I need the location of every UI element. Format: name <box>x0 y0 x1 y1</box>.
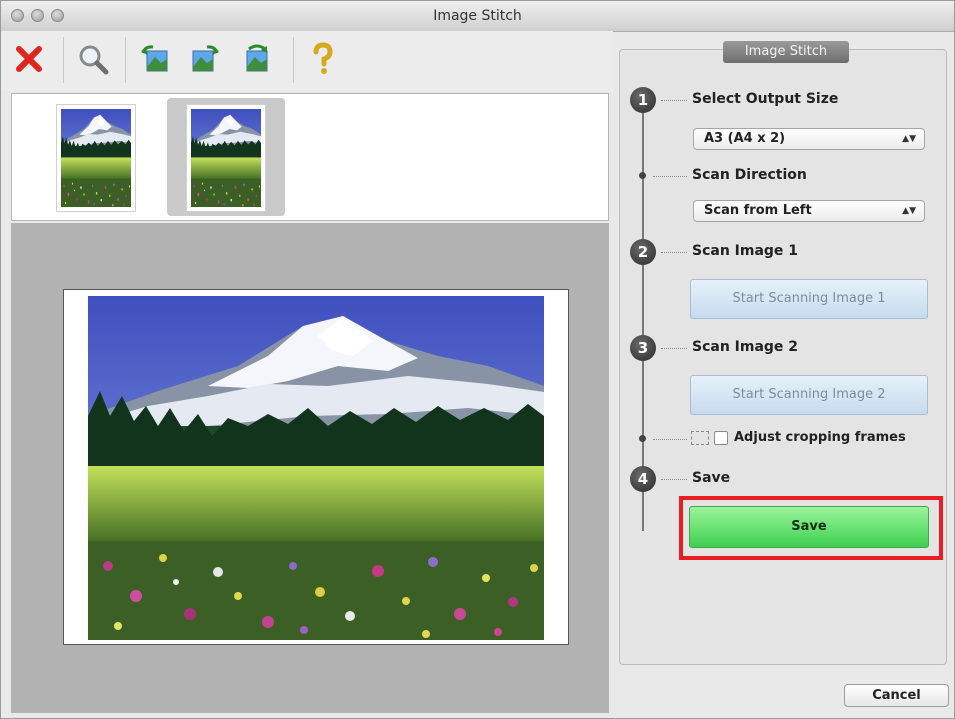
leader-line <box>661 348 687 349</box>
output-size-select[interactable]: A3 (A4 x 2) ▲▼ <box>693 128 925 150</box>
adjust-cropping-label: Adjust cropping frames <box>734 430 906 445</box>
window-title: Image Stitch <box>433 8 522 24</box>
preview-area <box>11 223 609 713</box>
zoom-button[interactable] <box>73 39 113 79</box>
panel-title: Image Stitch <box>723 41 849 63</box>
help-button[interactable] <box>303 39 343 79</box>
image-stitch-window: Image Stitch Image Stitch 1 Select Outpu… <box>0 0 955 719</box>
rotate-left-image-icon <box>141 45 168 72</box>
preview-image <box>88 296 544 640</box>
rotate-right-image-icon <box>192 45 219 72</box>
step-3-badge: 3 <box>630 335 656 361</box>
toolbar-separator <box>63 37 64 83</box>
leader-line <box>653 176 687 177</box>
leader-line <box>653 439 687 440</box>
landscape-thumbnail <box>191 109 261 207</box>
leader-line <box>661 252 687 253</box>
toolbar <box>1 31 613 91</box>
substep-dot <box>639 172 646 179</box>
rotate-180-image-icon <box>246 44 268 72</box>
step-1-label: Select Output Size <box>692 91 839 107</box>
output-size-value: A3 (A4 x 2) <box>704 131 786 146</box>
thumbnail-strip <box>11 93 609 221</box>
save-button[interactable]: Save <box>689 506 929 548</box>
question-mark-icon <box>313 42 333 74</box>
preview-image-frame <box>63 289 569 645</box>
select-arrows-icon: ▲▼ <box>902 206 916 216</box>
step-2-badge: 2 <box>630 239 656 265</box>
rotate-left-button[interactable] <box>135 39 175 79</box>
landscape-thumbnail <box>61 109 131 207</box>
leader-line <box>661 479 687 480</box>
magnifier-icon <box>79 45 109 75</box>
rotate-right-button[interactable] <box>185 39 225 79</box>
start-scanning-image-2-button[interactable]: Start Scanning Image 2 <box>690 375 928 415</box>
thumbnail-image-2[interactable] <box>186 104 266 212</box>
substep-dot <box>639 435 646 442</box>
title-bar: Image Stitch <box>1 1 954 32</box>
scan-direction-label: Scan Direction <box>692 167 807 183</box>
leader-line <box>661 100 687 101</box>
rotate-180-button[interactable] <box>237 39 277 79</box>
step-4-badge: 4 <box>630 466 656 492</box>
red-x-icon <box>16 46 42 72</box>
step-4-label: Save <box>692 470 731 486</box>
delete-button[interactable] <box>9 39 49 79</box>
toolbar-separator <box>293 37 294 83</box>
cancel-button[interactable]: Cancel <box>844 684 949 707</box>
cropping-frame-icon <box>691 431 709 445</box>
scan-direction-value: Scan from Left <box>704 203 812 218</box>
scan-direction-select[interactable]: Scan from Left ▲▼ <box>693 200 925 222</box>
toolbar-separator <box>125 37 126 83</box>
select-arrows-icon: ▲▼ <box>902 134 916 144</box>
adjust-cropping-checkbox[interactable] <box>714 431 728 445</box>
step-2-label: Scan Image 1 <box>692 243 799 259</box>
step-3-label: Scan Image 2 <box>692 339 799 355</box>
step-1-badge: 1 <box>630 87 656 113</box>
start-scanning-image-1-button[interactable]: Start Scanning Image 1 <box>690 279 928 319</box>
thumbnail-image-1[interactable] <box>56 104 136 212</box>
